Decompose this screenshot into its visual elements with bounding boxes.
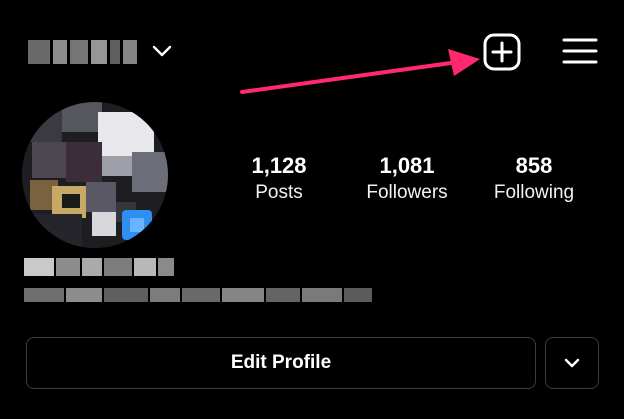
profile-avatar[interactable]	[22, 102, 168, 248]
username-chevron-down-icon[interactable]	[150, 42, 174, 60]
username-blurred[interactable]	[28, 38, 140, 66]
edit-profile-label: Edit Profile	[230, 352, 332, 373]
profile-header	[0, 0, 624, 100]
posts-label: Posts	[255, 182, 303, 203]
following-count: 858	[515, 153, 553, 178]
avatar-pixelated-image	[22, 102, 168, 248]
followers-count: 1,081	[379, 153, 435, 178]
followers-label: Followers	[366, 182, 448, 203]
hamburger-menu-icon[interactable]	[560, 34, 600, 68]
bio-blurred	[24, 286, 372, 304]
suggested-accounts-button[interactable]	[545, 337, 599, 389]
stat-posts[interactable]: 1,128 Posts	[209, 152, 349, 206]
edit-profile-button[interactable]: Edit Profile	[26, 337, 536, 389]
new-post-plus-icon[interactable]	[480, 30, 524, 74]
display-name-blurred	[24, 258, 174, 276]
posts-count: 1,128	[251, 153, 307, 178]
stat-following[interactable]: 858 Following	[464, 152, 604, 206]
annotation-arrow	[240, 49, 480, 94]
stat-followers[interactable]: 1,081 Followers	[337, 152, 477, 206]
chevron-down-icon	[564, 358, 580, 368]
following-label: Following	[493, 182, 575, 203]
